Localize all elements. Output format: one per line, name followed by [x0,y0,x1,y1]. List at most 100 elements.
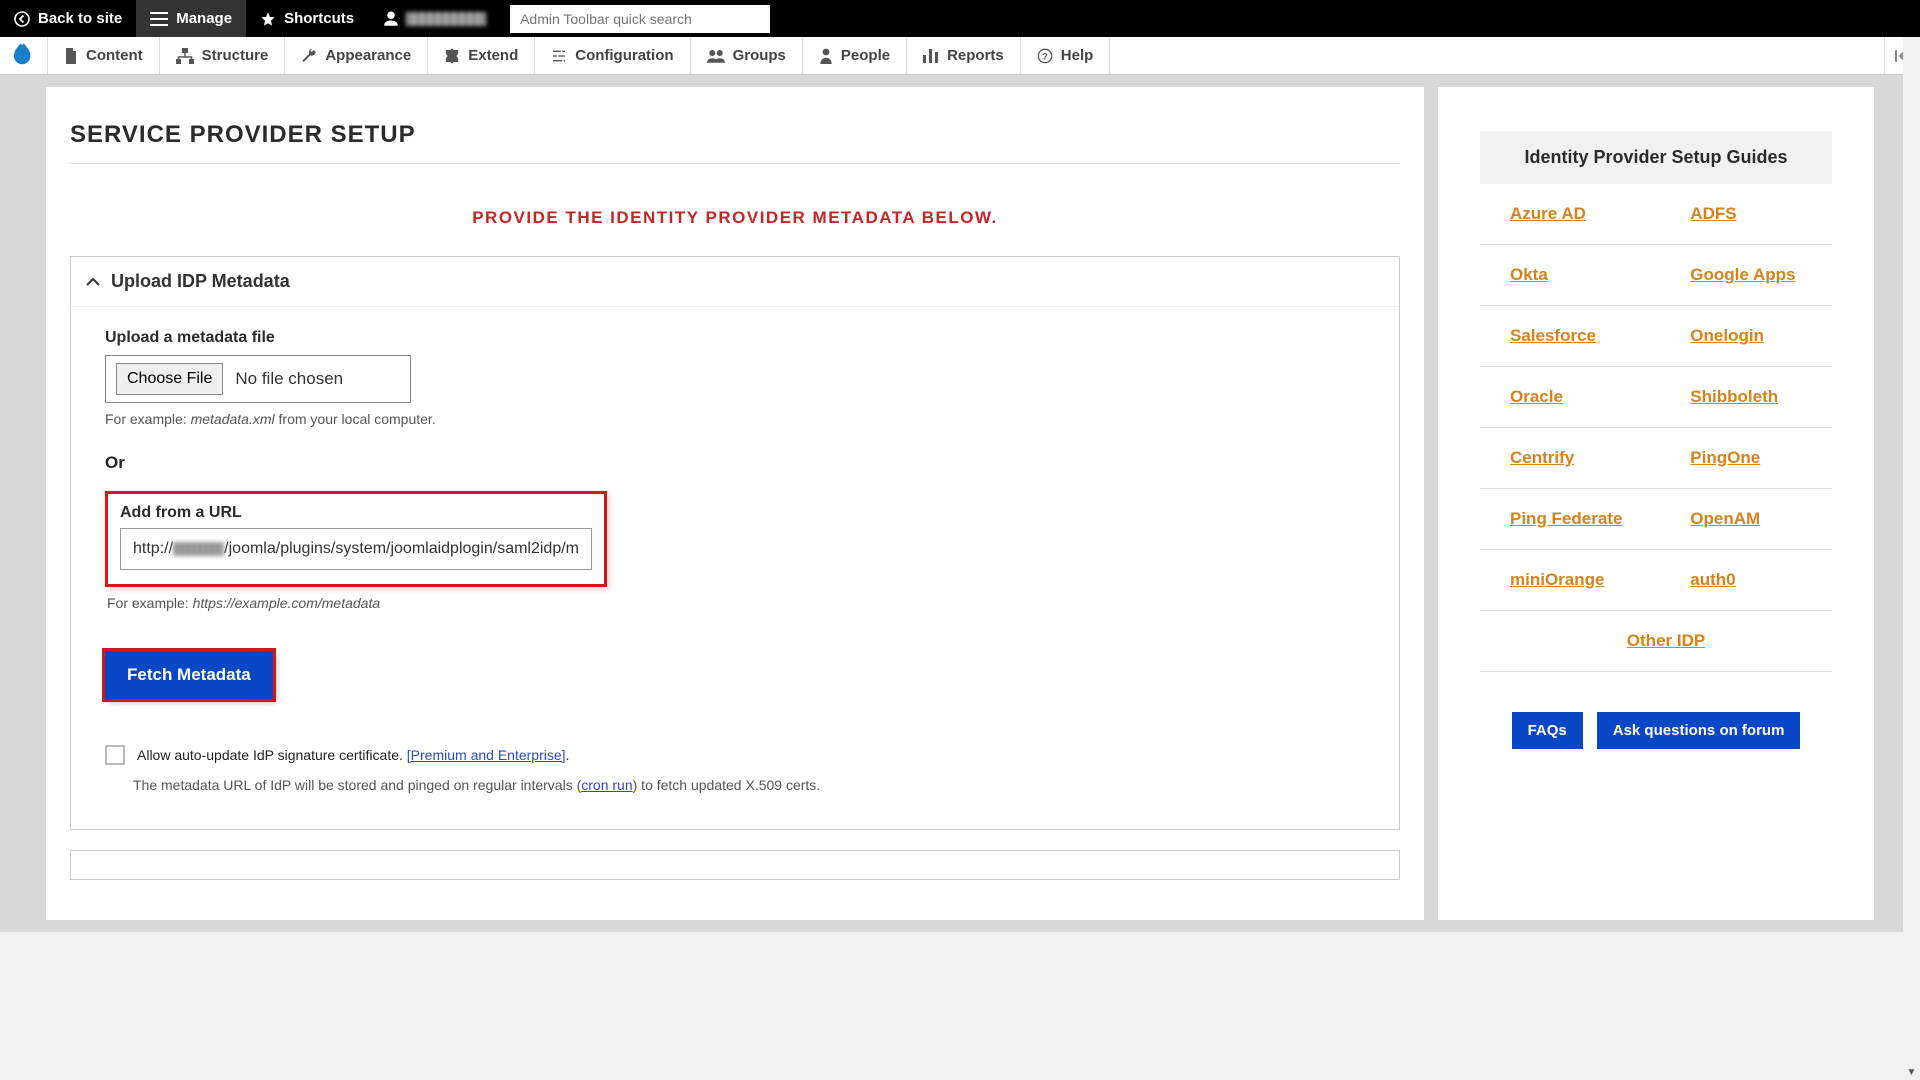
admin-menu: Content Structure Appearance Extend Conf… [0,37,1920,75]
premium-link[interactable]: [Premium and Enterprise] [407,747,566,763]
table-row: Centrify PingOne [1480,428,1832,489]
menu-extend-label: Extend [468,47,518,64]
url-field-label: Add from a URL [120,504,592,522]
menu-appearance-label: Appearance [325,47,411,64]
file-helper-text: For example: metadata.xml from your loca… [105,411,1383,427]
side-buttons: FAQs Ask questions on forum [1480,712,1832,749]
guide-link[interactable]: auth0 [1690,570,1735,589]
cron-run-link[interactable]: cron run [581,777,632,793]
menu-help-label: Help [1061,47,1094,64]
auto-update-row: Allow auto-update IdP signature certific… [105,745,1383,765]
menu-reports[interactable]: Reports [907,37,1021,74]
metadata-url-input[interactable]: http:///joomla/plugins/system/joomlaidpl… [120,528,592,570]
help-icon: ? [1037,48,1053,64]
guide-link[interactable]: Salesforce [1510,326,1596,345]
table-row: Salesforce Onelogin [1480,306,1832,367]
second-accordion-collapsed[interactable] [70,850,1400,880]
menu-configuration[interactable]: Configuration [535,37,690,74]
table-row: Other IDP [1480,611,1832,672]
menu-help[interactable]: ? Help [1021,37,1111,74]
page-subtitle: PROVIDE THE IDENTITY PROVIDER METADATA B… [70,164,1400,256]
toolbar-search-input[interactable] [510,5,770,33]
page-body: SERVICE PROVIDER SETUP PROVIDE THE IDENT… [0,75,1920,932]
accordion-header[interactable]: Upload IDP Metadata [71,257,1399,307]
menu-people-label: People [841,47,890,64]
guide-link[interactable]: ADFS [1690,204,1736,223]
menu-structure[interactable]: Structure [160,37,286,74]
guide-link[interactable]: Onelogin [1690,326,1764,345]
guide-link[interactable]: Shibboleth [1690,387,1778,406]
page-title: SERVICE PROVIDER SETUP [70,121,1400,164]
guide-link[interactable]: Oracle [1510,387,1563,406]
side-panel: Identity Provider Setup Guides Azure ADA… [1438,87,1874,920]
chevron-up-icon [85,277,101,287]
back-arrow-icon [14,11,30,27]
star-icon [260,11,276,27]
manage-label: Manage [176,10,232,27]
no-file-text: No file chosen [235,369,343,389]
shortcuts-link[interactable]: Shortcuts [246,0,368,37]
guide-link[interactable]: OpenAM [1690,509,1760,528]
accordion-title: Upload IDP Metadata [111,271,290,292]
guide-link[interactable]: Azure AD [1510,204,1586,223]
url-input-highlight-box: Add from a URL http:///joomla/plugins/sy… [105,491,607,587]
menu-structure-label: Structure [202,47,269,64]
upload-file-label: Upload a metadata file [105,329,1383,347]
table-row: miniOrange auth0 [1480,550,1832,611]
manage-toggle[interactable]: Manage [136,0,246,37]
forum-button[interactable]: Ask questions on forum [1597,712,1801,749]
toolbar-search-wrap [500,0,780,37]
upload-idp-accordion: Upload IDP Metadata Upload a metadata fi… [70,256,1400,830]
menu-groups-label: Groups [733,47,786,64]
back-to-site-label: Back to site [38,10,122,27]
bar-chart-icon [923,49,939,63]
menu-people[interactable]: People [803,37,907,74]
back-to-site-link[interactable]: Back to site [0,0,136,37]
guide-link[interactable]: Centrify [1510,448,1574,467]
table-row: Ping Federate OpenAM [1480,489,1832,550]
accordion-body: Upload a metadata file Choose File No fi… [71,307,1399,829]
guide-link[interactable]: Ping Federate [1510,509,1622,528]
puzzle-icon [444,48,460,64]
url-helper-text: For example: https://example.com/metadat… [107,595,1383,611]
auto-update-note: The metadata URL of IdP will be stored a… [133,777,1383,793]
auto-update-checkbox[interactable] [105,745,125,765]
fetch-metadata-button[interactable]: Fetch Metadata [105,651,273,699]
person-icon [819,48,833,64]
guide-link[interactable]: Google Apps [1690,265,1795,284]
guide-link[interactable]: miniOrange [1510,570,1604,589]
admin-top-toolbar: Back to site Manage Shortcuts [0,0,1920,37]
guide-link[interactable]: PingOne [1690,448,1760,467]
drupal-icon [13,43,35,69]
menu-content-label: Content [86,47,143,64]
groups-icon [707,49,725,63]
guide-link[interactable]: Okta [1510,265,1548,284]
menu-content[interactable]: Content [48,37,160,74]
shortcuts-label: Shortcuts [284,10,354,27]
idp-guides-table: Azure AD ADFS Okta Google Apps Salesforce O… [1480,184,1832,672]
other-idp-link[interactable]: Other IDP [1627,631,1705,650]
hamburger-icon [150,12,168,26]
user-menu[interactable] [368,0,500,37]
menu-groups[interactable]: Groups [691,37,803,74]
file-input-wrap: Choose File No file chosen [105,355,411,403]
side-panel-title: Identity Provider Setup Guides [1480,131,1832,184]
svg-text:?: ? [1042,51,1048,61]
menu-reports-label: Reports [947,47,1004,64]
document-icon [64,48,78,64]
table-row: Azure AD ADFS [1480,184,1832,245]
main-panel: SERVICE PROVIDER SETUP PROVIDE THE IDENT… [46,87,1424,920]
menu-config-label: Configuration [575,47,673,64]
sliders-icon [551,48,567,64]
drupal-logo[interactable] [0,37,48,74]
menu-extend[interactable]: Extend [428,37,535,74]
or-separator: Or [105,453,1383,473]
choose-file-button[interactable]: Choose File [116,363,223,395]
table-row: Oracle Shibboleth [1480,367,1832,428]
auto-update-text: Allow auto-update IdP signature certific… [137,747,569,763]
tree-icon [176,48,194,64]
username-text [406,12,486,26]
menu-appearance[interactable]: Appearance [285,37,428,74]
faqs-button[interactable]: FAQs [1512,712,1583,749]
user-icon [382,10,400,28]
